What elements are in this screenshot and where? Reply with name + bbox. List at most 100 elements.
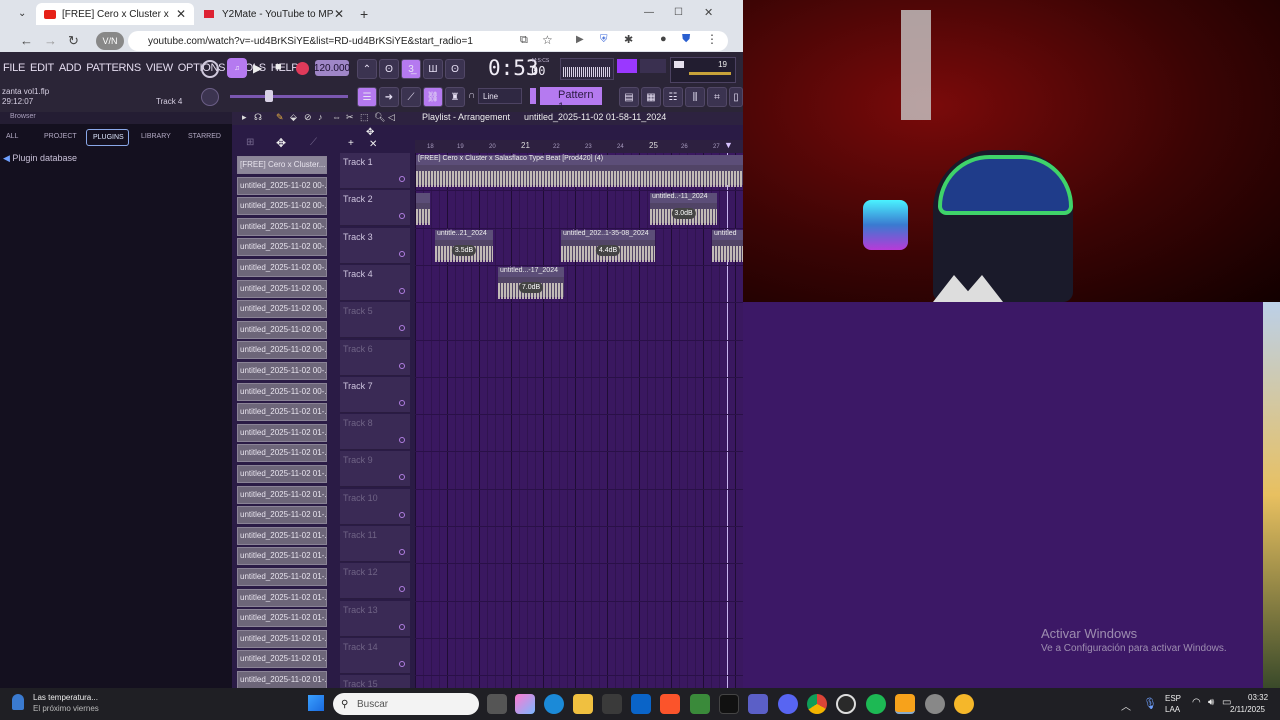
song-mode-toggle[interactable]: ♫: [227, 58, 247, 78]
maximize-button[interactable]: ☐: [674, 7, 683, 18]
weather-icon[interactable]: [12, 694, 24, 710]
pattern-item[interactable]: untitled_2025-11-02 01-...: [237, 629, 327, 648]
weather-title[interactable]: Las temperatura...: [33, 693, 98, 702]
track-header[interactable]: Track 12: [340, 563, 410, 600]
tiktok-icon[interactable]: [719, 694, 739, 714]
metronome-icon[interactable]: ⌃: [357, 59, 377, 79]
back-icon[interactable]: ←: [20, 33, 33, 48]
pattern-item[interactable]: untitled_2025-11-02 01-...: [237, 506, 327, 525]
teams-icon[interactable]: [748, 694, 768, 714]
mixer-icon[interactable]: ⫼: [685, 87, 705, 107]
pattern-item[interactable]: untitled_2025-11-02 01-...: [237, 423, 327, 442]
playback-tool-icon[interactable]: ◁: [388, 112, 395, 123]
pencil-icon[interactable]: ✎: [276, 112, 284, 123]
play-icon[interactable]: ▶: [253, 61, 262, 75]
new-tab-button[interactable]: +: [360, 6, 368, 22]
tab-list-chevron-icon[interactable]: ⌄: [18, 8, 26, 19]
track-mute-indicator[interactable]: [399, 474, 405, 481]
close-window-button[interactable]: ✕: [704, 6, 713, 19]
link-icon[interactable]: ⛓: [423, 87, 443, 107]
audio-clip[interactable]: [FREE] Cero x Cluster x Salasflaco Type …: [416, 155, 743, 187]
menu-view[interactable]: VIEW: [146, 62, 173, 74]
channel-rack-icon[interactable]: ☷: [663, 87, 683, 107]
tempo-display[interactable]: 120.000: [314, 60, 350, 76]
record-icon[interactable]: [296, 62, 309, 75]
pattern-item[interactable]: untitled_2025-11-02 01-...: [237, 568, 327, 586]
pattern-item[interactable]: untitled_2025-11-02 01-...: [237, 650, 327, 669]
install-icon[interactable]: ⧉: [520, 34, 528, 47]
discord-icon[interactable]: [778, 694, 798, 714]
close-tab-icon[interactable]: ✕: [334, 7, 344, 21]
track-mute-indicator[interactable]: [399, 586, 405, 593]
pattern-item[interactable]: [FREE] Cero x Cluster...: [237, 156, 327, 174]
track-mute-indicator[interactable]: [399, 660, 405, 667]
browser-tab-y2mate[interactable]: Y2Mate - YouTube to MP3 Conv ✕: [196, 3, 352, 25]
headphones-icon[interactable]: ☊: [254, 112, 262, 123]
browser-tab-plugins[interactable]: PLUGINS: [86, 129, 129, 146]
task-view-icon[interactable]: [487, 694, 507, 714]
track-mute-indicator[interactable]: [399, 213, 405, 220]
address-bar[interactable]: youtube.com/watch?v=-ud4BrKSiYE&list=RD-…: [128, 31, 728, 51]
stamp-icon[interactable]: ♜: [445, 87, 465, 107]
pattern-item[interactable]: untitled_2025-11-02 00-...: [237, 238, 327, 257]
slip-tool-icon[interactable]: ⇔: [332, 112, 341, 122]
mute-tool-icon[interactable]: ♪: [318, 112, 323, 122]
audio-clip[interactable]: untitled...-17_2024 7.0dB: [498, 267, 564, 299]
move-icon[interactable]: ✥: [276, 136, 286, 150]
playlist-arrow-icon[interactable]: ▸: [242, 112, 247, 123]
edge-icon[interactable]: [544, 694, 564, 714]
track-header[interactable]: Track 11: [340, 526, 410, 562]
track-header[interactable]: Track 5: [340, 302, 410, 339]
brave-icon[interactable]: [660, 694, 680, 714]
browser-tab-starred[interactable]: STARRED: [188, 133, 221, 140]
pattern-item[interactable]: untitled_2025-11-02 01-...: [237, 671, 327, 689]
pattern-item[interactable]: untitled_2025-11-02 01-...: [237, 547, 327, 566]
browser-toggle-icon[interactable]: ▯: [729, 87, 743, 107]
step-edit-icon[interactable]: Ш: [423, 59, 443, 79]
delete-tool-icon[interactable]: ⊘: [304, 112, 312, 123]
zoom-tool-icon[interactable]: 🔍︎: [374, 112, 385, 123]
paint-icon[interactable]: ⬙: [290, 112, 297, 123]
bookmark-star-icon[interactable]: ☆: [542, 33, 553, 47]
security-extension-icon[interactable]: ⛊: [682, 33, 690, 46]
browser-tab-youtube[interactable]: [FREE] Cero x Cluster x Salasflac ✕: [36, 3, 194, 25]
close-tab-icon[interactable]: ✕: [176, 7, 186, 21]
pattern-item[interactable]: untitled_2025-11-02 01-...: [237, 485, 327, 504]
loop-record-icon[interactable]: ʘ: [445, 59, 465, 79]
audio-clip[interactable]: untitled..-11_2024 3.0dB: [650, 193, 717, 225]
extension-icon[interactable]: ▶: [576, 34, 584, 45]
browser-menu-icon[interactable]: ⋮: [706, 32, 718, 46]
wifi-icon[interactable]: ◠: [1192, 697, 1201, 708]
track-header[interactable]: Track 14: [340, 637, 410, 674]
pattern-item[interactable]: untitled_2025-11-02 00-...: [237, 300, 327, 319]
magnet-icon[interactable]: ∩: [468, 90, 475, 101]
chrome-icon[interactable]: [807, 694, 827, 714]
select-tool-icon[interactable]: ⬚: [360, 112, 369, 123]
fl-studio-icon[interactable]: [895, 694, 915, 714]
clock-date[interactable]: 2/11/2025: [1230, 705, 1265, 714]
pattern-item[interactable]: untitled_2025-11-02 01-...: [237, 465, 327, 483]
track-header[interactable]: Track 9: [340, 451, 410, 488]
pattern-item[interactable]: untitled_2025-11-02 01-...: [237, 588, 327, 607]
track-header[interactable]: Track 8: [340, 414, 410, 451]
pattern-item[interactable]: untitled_2025-11-02 01-...: [237, 526, 327, 545]
pattern-item[interactable]: untitled_2025-11-02 00-...: [237, 176, 327, 195]
mic-icon[interactable]: 🎙︎: [1143, 697, 1157, 710]
pencil-small-icon[interactable]: ⟋: [310, 137, 317, 148]
timeline-ruler[interactable]: 18 19 20 21 22 23 24 25 26 27 ▼: [415, 140, 743, 153]
pattern-item[interactable]: untitled_2025-11-02 00-...: [237, 197, 327, 216]
pattern-item[interactable]: untitled_2025-11-02 00-...: [237, 382, 327, 401]
remove-track-icon[interactable]: ✕: [369, 139, 377, 150]
track-mute-indicator[interactable]: [399, 250, 405, 257]
copilot-icon[interactable]: [515, 694, 535, 714]
forward-icon[interactable]: →: [44, 33, 57, 48]
taskbar-search-box[interactable]: ⚲ Buscar: [333, 693, 479, 715]
outlook-icon[interactable]: [631, 694, 651, 714]
wait-input-icon[interactable]: ʘ: [379, 59, 399, 79]
start-icon[interactable]: [308, 695, 324, 711]
browser-tab-all[interactable]: ALL: [6, 133, 18, 140]
pattern-selector[interactable]: Pattern 1: [540, 87, 602, 113]
minimize-button[interactable]: —: [644, 7, 654, 18]
master-pitch-slider[interactable]: [230, 95, 348, 98]
track-header[interactable]: Track 7: [340, 376, 410, 413]
